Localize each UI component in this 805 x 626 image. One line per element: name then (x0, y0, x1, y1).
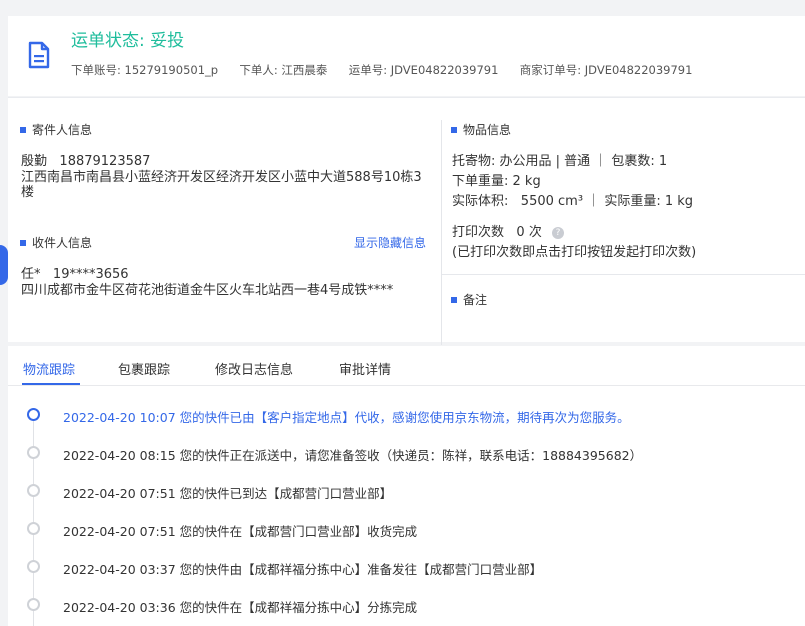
timeline-dot (27, 522, 40, 535)
receiver-address: 四川成都市金牛区荷花池街道金牛区火车北站西一巷4号成铁**** (21, 283, 394, 298)
tab-approval-details[interactable]: 审批详情 (339, 359, 391, 378)
help-icon[interactable]: ? (551, 227, 564, 239)
timeline-dot-current (27, 408, 40, 421)
waybill-meta: 下单账号: 15279190501_p 下单人: 江西晨泰 运单号: JDVE0… (71, 62, 692, 78)
tab-change-log[interactable]: 修改日志信息 (215, 359, 293, 378)
sender-name: 殷勤 (21, 154, 48, 169)
item-volume-weight: 实际体积: 5500 cm³ ｜ 实际重量: 1 kg (452, 190, 693, 209)
item-section-title: 物品信息 (451, 121, 511, 138)
column-divider (441, 120, 442, 345)
sender-contact: 殷勤 18879123587 (21, 150, 150, 169)
sender-address: 江西南昌市南昌县小蓝经济开发区经济开发区小蓝中大道588号10栋3楼 (21, 170, 422, 200)
print-count-value: 0 次 (516, 225, 542, 240)
item-goods-line: 托寄物: 办公用品 | 普通 ｜ 包裹数: 1 (452, 154, 668, 169)
tracking-panel: 物流跟踪 包裹跟踪 修改日志信息 审批详情 2022-04-20 10:07 您… (8, 346, 805, 626)
item-remark-divider (442, 274, 805, 275)
tab-logistics-tracking[interactable]: 物流跟踪 (23, 359, 75, 378)
timeline-event: 2022-04-20 07:51 您的快件已到达【成都营门口营业部】 (63, 486, 393, 501)
info-card: 寄件人信息 殷勤 18879123587 江西南昌市南昌县小蓝经济开发区经济开发… (8, 97, 805, 345)
timeline-dot (27, 598, 40, 611)
volume-label: 实际体积: (452, 194, 509, 209)
merchant-order-label: 商家订单号: (519, 63, 582, 77)
orderer-label: 下单人: (239, 63, 278, 77)
tab-package-tracking[interactable]: 包裹跟踪 (118, 359, 170, 378)
orderer-value: 江西晨泰 (281, 63, 328, 77)
show-hidden-info-link[interactable]: 显示隐藏信息 (354, 234, 426, 251)
timeline-dot (27, 446, 40, 459)
print-count-note: (已打印次数即点击打印按钮发起打印次数) (452, 245, 697, 260)
sender-phone: 18879123587 (59, 154, 151, 169)
sender-section-title: 寄件人信息 (20, 121, 92, 138)
side-handle[interactable] (0, 245, 8, 285)
timeline-event: 2022-04-20 07:51 您的快件在【成都营门口营业部】收货完成 (63, 524, 418, 539)
tab-bar: 物流跟踪 包裹跟踪 修改日志信息 审批详情 (8, 346, 805, 386)
timeline-event: 2022-04-20 08:15 您的快件正在派送中，请您准备签收（快递员：陈祥… (63, 448, 643, 463)
receiver-name: 任* (21, 267, 41, 282)
actual-weight: ｜ 实际重量: 1 kg (587, 194, 694, 209)
print-count: 打印次数 0 次 ? (452, 221, 564, 240)
waybill-value: JDVE04822039791 (390, 63, 499, 77)
waybill-label: 运单号: (348, 63, 388, 77)
merchant-order-value: JDVE04822039791 (584, 63, 693, 77)
remark-section-title: 备注 (451, 291, 487, 308)
receiver-phone: 19****3656 (52, 267, 129, 282)
top-strip (0, 0, 805, 16)
timeline-dot (27, 560, 40, 573)
active-tab-indicator (22, 383, 80, 385)
print-count-label: 打印次数 (452, 225, 505, 240)
timeline-event: 2022-04-20 10:07 您的快件已由【客户指定地点】代收，感谢您使用京… (63, 410, 630, 425)
receiver-section-title: 收件人信息 (20, 234, 92, 251)
document-icon (28, 41, 50, 69)
timeline-event: 2022-04-20 03:37 您的快件由【成都祥福分拣中心】准备发往【成都营… (63, 562, 543, 577)
waybill-header: 运单状态: 妥投 下单账号: 15279190501_p 下单人: 江西晨泰 运… (8, 16, 805, 96)
item-order-weight: 下单重量: 2 kg (452, 174, 541, 189)
timeline-event: 2022-04-20 03:36 您的快件在【成都祥福分拣中心】分拣完成 (63, 600, 418, 615)
timeline-dot (27, 484, 40, 497)
receiver-contact: 任* 19****3656 (21, 263, 129, 282)
waybill-status: 运单状态: 妥投 (71, 31, 185, 51)
volume-value: 5500 cm³ (520, 194, 584, 209)
account-label: 下单账号: (71, 63, 121, 77)
account-value: 15279190501_p (124, 63, 219, 77)
